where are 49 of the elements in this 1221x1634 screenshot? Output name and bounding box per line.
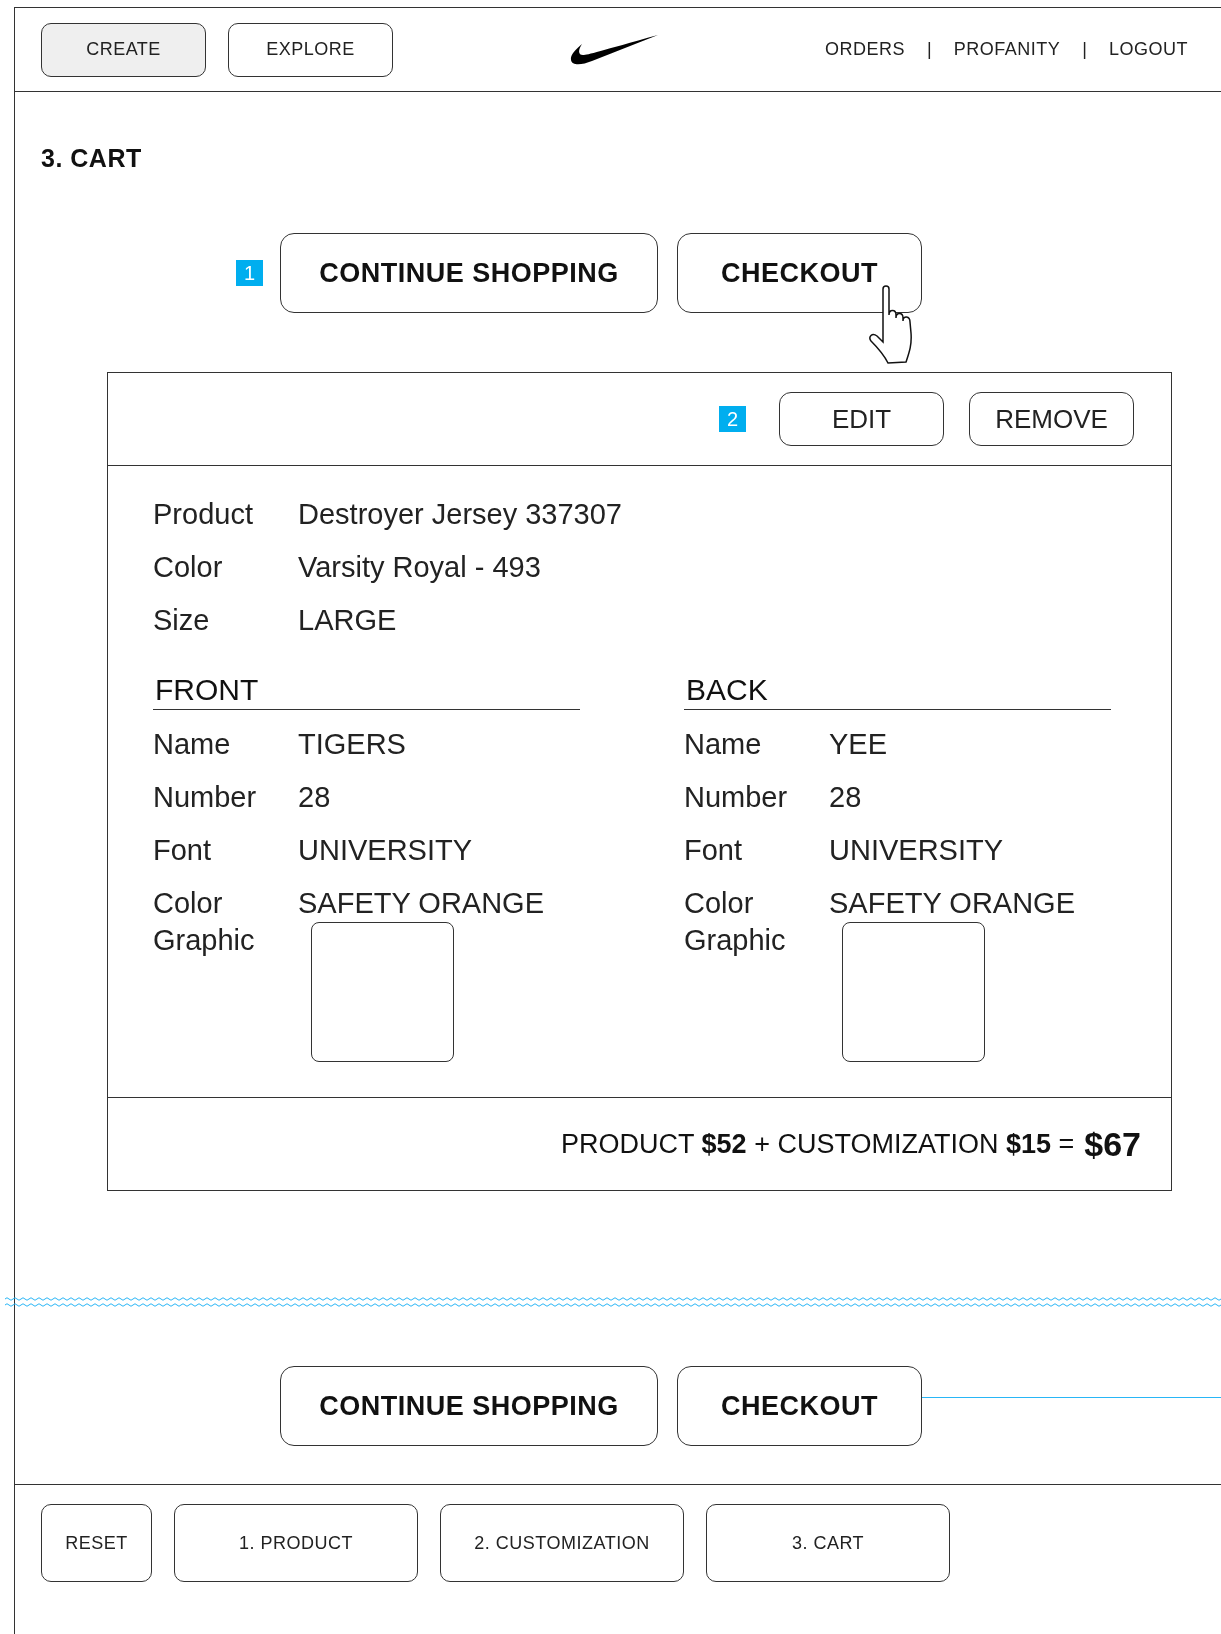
price-breakdown: PRODUCT $52 + CUSTOMIZATION $15 =: [561, 1128, 1075, 1160]
annotation-marker: 1: [236, 260, 263, 286]
separator: |: [927, 39, 932, 60]
field-value: SAFETY ORANGE: [298, 887, 545, 920]
field-value: UNIVERSITY: [829, 834, 1004, 867]
detail-value: Varsity Royal - 493: [298, 551, 541, 584]
side-title: BACK: [684, 673, 1111, 710]
checkout-button[interactable]: CHECKOUT: [677, 233, 922, 313]
field-label: Graphic: [684, 924, 787, 957]
total-price: $67: [1084, 1124, 1141, 1164]
detail-label: Size: [153, 604, 211, 637]
field-value: UNIVERSITY: [298, 834, 473, 867]
nav-link[interactable]: PROFANITY: [953, 39, 1061, 60]
field-value: YEE: [829, 728, 888, 761]
field-label: Graphic: [153, 924, 256, 957]
step-button[interactable]: 3. CART: [706, 1504, 950, 1582]
detail-value: LARGE: [298, 604, 397, 637]
field-label: Number: [153, 781, 258, 814]
field-label: Name: [153, 728, 232, 761]
checkout-button[interactable]: CHECKOUT: [677, 1366, 922, 1446]
step-button[interactable]: 1. PRODUCT: [174, 1504, 418, 1582]
page-title: 3. CART: [41, 144, 143, 173]
nav-button[interactable]: EXPLORE: [228, 22, 393, 77]
continue-shopping-button[interactable]: CONTINUE SHOPPING: [280, 1366, 658, 1446]
field-value: SAFETY ORANGE: [829, 887, 1076, 920]
remove-button[interactable]: REMOVE: [969, 392, 1134, 446]
step-button[interactable]: RESET: [41, 1504, 152, 1582]
continue-shopping-button[interactable]: CONTINUE SHOPPING: [280, 233, 658, 313]
separator: |: [1082, 39, 1087, 60]
detail-label: Product: [153, 498, 254, 531]
field-value: 28: [829, 781, 862, 814]
field-value: TIGERS: [298, 728, 406, 761]
annotation-marker: 2: [719, 406, 746, 432]
nav-link[interactable]: ORDERS: [825, 39, 906, 60]
nav-link[interactable]: LOGOUT: [1109, 39, 1188, 60]
field-label: Name: [684, 728, 763, 761]
detail-label: Color: [153, 551, 224, 584]
field-label: Font: [684, 834, 744, 867]
detail-value: Destroyer Jersey 337307: [298, 498, 622, 531]
field-label: Color: [153, 887, 224, 920]
field-label: Color: [684, 887, 755, 920]
field-label: Number: [684, 781, 789, 814]
edit-button[interactable]: EDIT: [779, 392, 944, 446]
swoosh-logo[interactable]: [569, 32, 660, 67]
step-button[interactable]: 2. CUSTOMIZATION: [440, 1504, 684, 1582]
nav-button[interactable]: CREATE: [41, 22, 206, 77]
field-value: 28: [298, 781, 331, 814]
field-label: Font: [153, 834, 213, 867]
side-title: FRONT: [153, 673, 580, 710]
